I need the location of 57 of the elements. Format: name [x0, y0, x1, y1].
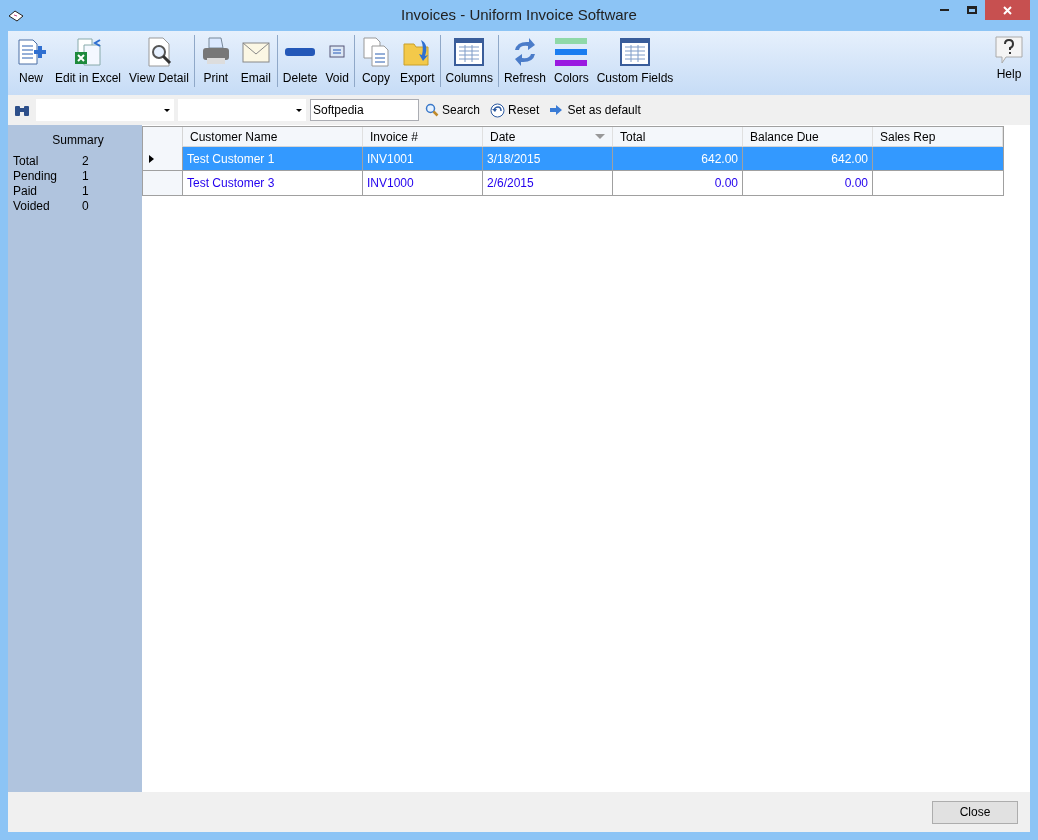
- spreadsheet-icon: [72, 36, 104, 68]
- summary-label: Paid: [13, 184, 39, 199]
- column-header[interactable]: Invoice #: [363, 127, 483, 147]
- summary-value: 2: [82, 154, 89, 169]
- toolbar-button[interactable]: Colors: [550, 35, 592, 87]
- column-header[interactable]: Balance Due: [743, 127, 873, 147]
- toolbar-button[interactable]: Email: [236, 35, 275, 87]
- toolbar-button[interactable]: Export: [396, 35, 438, 87]
- summary-label: Voided: [13, 199, 51, 214]
- toolbar-button[interactable]: Columns: [442, 35, 496, 87]
- summary-label: Total: [13, 154, 40, 169]
- toolbar-button[interactable]: Copy: [356, 35, 395, 87]
- question-bubble-icon: [994, 35, 1024, 65]
- close-window-button[interactable]: [985, 0, 1030, 20]
- app-logo-icon: [8, 9, 24, 22]
- table-cell: 642.00: [613, 147, 743, 170]
- field-dropdown[interactable]: [36, 99, 174, 121]
- toolbar-button[interactable]: New: [12, 35, 50, 87]
- column-header[interactable]: Total: [613, 127, 743, 147]
- set-default-button[interactable]: Set as default: [549, 101, 641, 119]
- summary-value: 0: [82, 199, 89, 214]
- search-icon: [425, 103, 439, 117]
- current-row-icon: [149, 154, 154, 163]
- table-grid-icon: [453, 36, 486, 68]
- document-stack-icon: [328, 43, 347, 61]
- new-document-icon: [15, 36, 47, 68]
- reset-button[interactable]: Reset: [490, 101, 540, 119]
- column-header[interactable]: Sales Rep: [873, 127, 1003, 147]
- table-cell: INV1001: [363, 147, 483, 170]
- table-cell: Test Customer 1: [183, 147, 363, 170]
- search-field[interactable]: Softpedia: [310, 99, 419, 121]
- toolbar-button[interactable]: Edit in Excel: [52, 35, 125, 87]
- row-header[interactable]: [143, 147, 183, 170]
- search-button[interactable]: Search: [425, 101, 481, 119]
- toolbar-button[interactable]: Refresh: [500, 35, 549, 87]
- table-cell: 3/18/2015: [483, 147, 613, 170]
- toolbar-button[interactable]: Custom Fields: [593, 35, 677, 87]
- summary-title: Summary: [51, 132, 105, 149]
- column-header[interactable]: Customer Name: [183, 127, 363, 147]
- summary-value: 1: [82, 184, 89, 199]
- table-grid-icon: [619, 36, 651, 68]
- toolbar-button[interactable]: View Detail: [126, 35, 192, 87]
- minus-bar-icon: [284, 47, 317, 57]
- column-header[interactable]: Date: [483, 127, 613, 147]
- window-title: Invoices - Uniform Invoice Software: [401, 5, 637, 26]
- toolbar-button[interactable]: Delete: [279, 35, 321, 87]
- toolbar-button[interactable]: Print: [196, 35, 235, 87]
- close-button[interactable]: Close: [932, 800, 1018, 824]
- toolbar-button[interactable]: Void: [322, 35, 352, 87]
- summary-label: Pending: [13, 169, 59, 184]
- color-stripes-icon: [555, 36, 588, 68]
- help-button[interactable]: Help: [990, 35, 1028, 87]
- close-icon: [1003, 5, 1012, 15]
- row-header[interactable]: [143, 171, 183, 195]
- summary-value: 1: [82, 169, 89, 184]
- table-cell: 642.00: [743, 147, 873, 170]
- right-arrow-icon: [549, 104, 564, 116]
